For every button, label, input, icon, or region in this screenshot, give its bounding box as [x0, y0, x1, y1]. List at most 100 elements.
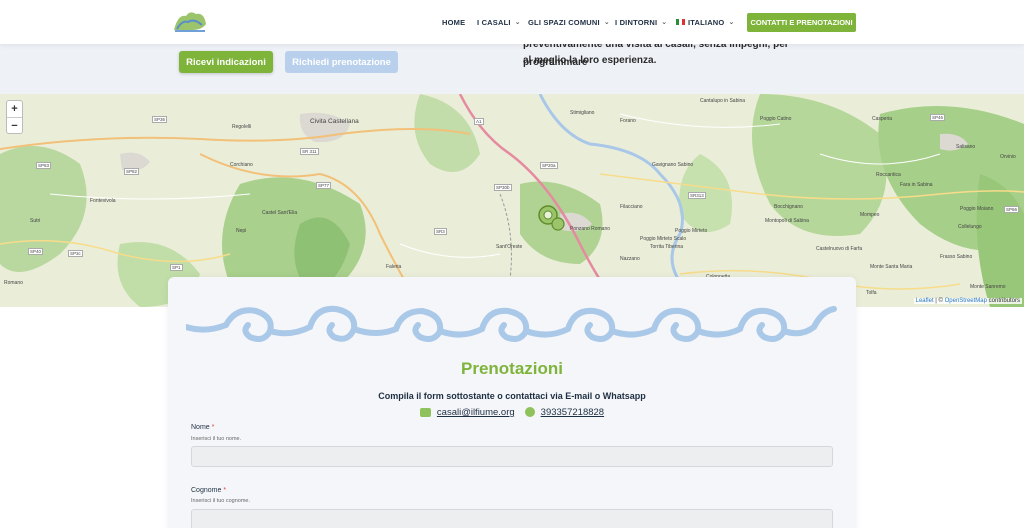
map-place: Orvinio	[1000, 154, 1016, 160]
intro-text-line2: al meglio la loro esperienza.	[523, 55, 657, 66]
nav-spazi-comuni[interactable]: GLI SPAZI COMUNI ⌄	[528, 0, 610, 44]
nav-home-label: HOME	[442, 17, 466, 27]
nav-home[interactable]: HOME	[442, 0, 465, 44]
map-place: Torrita Tiberina	[650, 244, 684, 250]
map-place: Civita Castellana	[310, 118, 359, 125]
nav-dintorni-label: I DINTORNI	[615, 17, 658, 27]
nav-spazi-label: GLI SPAZI COMUNI	[528, 17, 600, 27]
directions-button[interactable]: Ricevi indicazioni	[179, 51, 273, 73]
map-place: Salisano	[956, 144, 976, 150]
map-place: Filacciano	[620, 204, 643, 210]
booking-form-card: Prenotazioni Compila il form sottostante…	[168, 277, 856, 528]
map-road-label: SP20a	[540, 162, 558, 169]
form-subtitle: Compila il form sottostante o contattaci…	[378, 391, 646, 401]
map-place: Frasso Sabino	[940, 254, 973, 260]
email-link[interactable]: casali@ilfiume.org	[437, 407, 515, 418]
map-place: Collelungo	[958, 224, 982, 230]
zoom-in-button[interactable]: +	[7, 101, 22, 117]
nav-dintorni[interactable]: I DINTORNI ⌄	[615, 0, 667, 44]
cognome-input[interactable]	[191, 509, 833, 528]
map-road-label: SP66	[1004, 206, 1020, 213]
cognome-label-text: Cognome	[191, 487, 222, 494]
nav-casali-label: I CASALI	[477, 17, 511, 27]
wave-decoration	[186, 305, 837, 342]
map-place: Sant'Oreste	[496, 244, 523, 250]
map-tiles	[0, 94, 1024, 307]
nav-language[interactable]: ITALIANO ⌄	[676, 0, 735, 44]
map-road-label: SR3	[434, 228, 447, 235]
whatsapp-link[interactable]: 393357218828	[541, 407, 604, 418]
map-road-label: SP36	[152, 116, 168, 123]
map-place: Castel Sant'Elia	[262, 210, 298, 216]
map-place: Sutri	[30, 218, 41, 224]
map-road-label: SP83	[36, 162, 52, 169]
map-place: Fara in Sabina	[900, 182, 933, 188]
email-contact[interactable]: casali@ilfiume.org	[419, 407, 515, 418]
openstreetmap-link[interactable]: OpenStreetMap	[945, 298, 987, 304]
map-place: Stimigliano	[570, 110, 595, 116]
nav-language-label: ITALIANO	[688, 17, 725, 27]
map-place: Mompeo	[860, 212, 880, 218]
map-place: Monte Santa Maria	[870, 264, 913, 270]
chevron-down-icon: ⌄	[728, 19, 735, 26]
required-mark: *	[211, 424, 215, 431]
map-place: Poggio Mirteto Scalo	[640, 236, 687, 242]
map-road-label: SR313	[688, 192, 706, 199]
site-header: HOME I CASALI ⌄ GLI SPAZI COMUNI ⌄ I DINTO…	[0, 0, 1024, 44]
contact-booking-button[interactable]: CONTATTI E PRENOTAZIONI	[747, 13, 856, 32]
map-place: Faleria	[386, 264, 402, 270]
map-place: Romano	[4, 280, 23, 286]
map-place: Tolfa	[866, 290, 877, 296]
nome-input[interactable]	[191, 446, 833, 467]
nome-label: Nome *	[191, 424, 214, 431]
map-place: Regolelli	[232, 124, 252, 130]
whatsapp-contact[interactable]: 393357218828	[524, 407, 604, 418]
map-road-label: SP46	[930, 114, 946, 121]
map-road-label: SP40	[28, 248, 44, 255]
cognome-help: Inserisci il tuo cognome.	[191, 498, 250, 504]
map-place: Roccantica	[876, 172, 901, 178]
map-place: Poggio Catino	[760, 116, 792, 122]
site-logo[interactable]	[172, 8, 208, 34]
attribution-contributors: contributors	[986, 298, 1020, 304]
leaflet-link[interactable]: Leaflet	[916, 298, 934, 304]
nome-label-text: Nome	[191, 424, 210, 431]
map-place: Corchiano	[230, 162, 253, 168]
nome-help: Inserisci il tuo nome.	[191, 436, 242, 442]
italy-flag-icon	[676, 19, 685, 25]
form-title: Prenotazioni	[460, 359, 563, 378]
map-road-label: SP82	[124, 168, 140, 175]
required-mark: *	[223, 487, 227, 494]
map-place: Fontevivola	[90, 198, 116, 204]
booking-request-button[interactable]: Richiedi prenotazione	[285, 51, 398, 73]
email-icon	[419, 407, 431, 417]
map-road-label: SP1	[170, 264, 183, 271]
map-road-label: SR 311	[300, 148, 319, 155]
map-road-label: SP30b	[494, 184, 512, 191]
cognome-label: Cognome *	[191, 487, 226, 494]
zoom-out-button[interactable]: −	[7, 117, 22, 133]
chevron-down-icon: ⌄	[661, 19, 668, 26]
map-place: Nazzano	[620, 256, 640, 262]
chevron-down-icon: ⌄	[514, 19, 521, 26]
map-place: Montopoli di Sabina	[765, 218, 809, 224]
map-road-label: A1	[474, 118, 484, 125]
map-place: Poggio Mirteto	[675, 228, 708, 234]
map-road-label: SP3c	[68, 250, 83, 257]
map-place: Nepi	[236, 228, 247, 234]
map[interactable]: Civita Castellana Corchiano Regolelli Ca…	[0, 94, 1024, 307]
map-place: Casperia	[872, 116, 893, 122]
map-place: Castelnuovo di Farfa	[816, 246, 863, 252]
map-place: Monte Sanremo	[970, 284, 1006, 290]
map-zoom-control: + −	[6, 100, 23, 134]
map-place: Bocchignano	[774, 204, 803, 210]
map-place: Cantalupo in Sabina	[700, 98, 746, 104]
map-road-label: SP77	[316, 182, 332, 189]
map-place: Forano	[620, 118, 636, 124]
nav-casali[interactable]: I CASALI ⌄	[477, 0, 521, 44]
map-place: Ponzano Romano	[570, 226, 611, 232]
page: Ricevi indicazioni Richiedi prenotazione…	[0, 0, 1024, 528]
whatsapp-icon	[524, 407, 535, 418]
map-attribution: Leaflet | © OpenStreetMap contributors	[913, 298, 1022, 304]
attribution-separator: | ©	[933, 298, 945, 304]
